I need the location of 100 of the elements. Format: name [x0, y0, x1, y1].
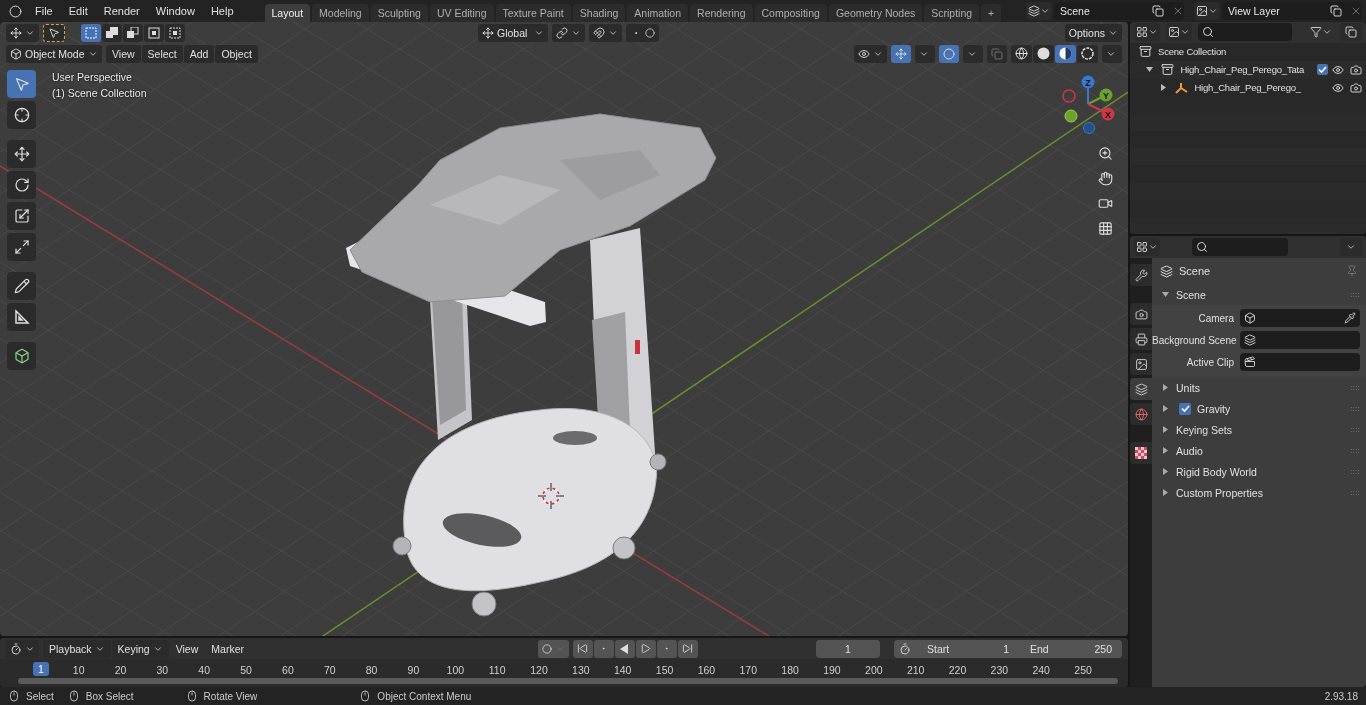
- menu-button[interactable]: View: [106, 44, 141, 63]
- properties-tab[interactable]: [1130, 353, 1152, 375]
- menu-item[interactable]: Window: [148, 5, 202, 17]
- panel-title[interactable]: Units: [1176, 381, 1346, 394]
- workspace-tab[interactable]: Geometry Nodes: [828, 4, 923, 22]
- menu-item[interactable]: Render: [96, 5, 147, 17]
- tool-button[interactable]: [7, 303, 36, 331]
- workspace-tab[interactable]: Scripting: [924, 4, 980, 22]
- overlay-toggle[interactable]: [939, 44, 959, 63]
- shading-mode-button[interactable]: [1055, 44, 1076, 63]
- tool-button[interactable]: [7, 272, 36, 300]
- visibility-button[interactable]: [854, 44, 887, 63]
- menu-item[interactable]: Help: [203, 5, 241, 17]
- menu-item[interactable]: Edit: [61, 5, 95, 17]
- play-reverse-button[interactable]: [614, 639, 635, 658]
- select-mode-button[interactable]: [165, 23, 185, 42]
- play-icon: [639, 643, 651, 654]
- panel-title[interactable]: Custom Properties: [1176, 486, 1346, 499]
- properties-tab[interactable]: [1130, 378, 1152, 400]
- select-mode-button[interactable]: [123, 23, 143, 42]
- panel-title[interactable]: Keying Sets: [1176, 423, 1346, 436]
- current-frame-field[interactable]: 1: [816, 639, 880, 658]
- tool-button[interactable]: [7, 342, 36, 370]
- panel-title[interactable]: Scene: [1176, 288, 1346, 301]
- view-layer-field[interactable]: View Layer: [1222, 2, 1362, 20]
- workspace-tab[interactable]: Animation: [627, 4, 689, 22]
- playhead[interactable]: 1: [33, 662, 49, 676]
- dropdown-menu[interactable]: Playback: [43, 639, 111, 658]
- negative-axis-handle[interactable]: [1083, 122, 1095, 134]
- tool-button[interactable]: [43, 23, 65, 42]
- select-mode-button[interactable]: [81, 23, 101, 42]
- panel-title[interactable]: Gravity: [1197, 402, 1346, 415]
- object-field[interactable]: [1240, 353, 1360, 371]
- timeline-scrollbar[interactable]: [18, 678, 1118, 684]
- proportional-button[interactable]: [626, 23, 659, 42]
- menu-button[interactable]: View: [169, 639, 205, 658]
- menu-button[interactable]: Marker: [205, 639, 250, 658]
- shading-mode-button[interactable]: [1011, 44, 1032, 63]
- printer-icon: [1134, 332, 1148, 346]
- properties-tab[interactable]: [1130, 303, 1152, 325]
- panel-title[interactable]: Rigid Body World: [1176, 465, 1346, 478]
- gizmo-toggle[interactable]: [891, 44, 911, 63]
- shading-mode-button[interactable]: [1077, 44, 1098, 63]
- negative-axis-handle[interactable]: [1062, 89, 1076, 103]
- negative-axis-handle[interactable]: [1064, 109, 1078, 123]
- workspace-tab[interactable]: Compositing: [754, 4, 827, 22]
- menu-button[interactable]: Object: [215, 44, 258, 63]
- panel-title[interactable]: Audio: [1176, 444, 1346, 457]
- editor-type-button[interactable]: [6, 639, 39, 658]
- properties-tab[interactable]: [1130, 264, 1152, 286]
- menu-item[interactable]: File: [28, 5, 60, 17]
- wireframe-sphere-icon: [1015, 47, 1028, 60]
- properties-tab[interactable]: [1130, 442, 1152, 464]
- exclude-checkbox[interactable]: [1317, 64, 1328, 76]
- add-workspace-button[interactable]: +: [981, 4, 1002, 22]
- menu-button[interactable]: Add: [183, 44, 215, 63]
- editor-type-button[interactable]: [6, 23, 39, 42]
- orientation-dropdown[interactable]: Global: [478, 23, 548, 42]
- tool-button[interactable]: [7, 140, 36, 168]
- workspace-tab[interactable]: Shading: [572, 4, 626, 22]
- pivot-button[interactable]: [552, 23, 585, 42]
- axis-handle[interactable]: [1081, 75, 1095, 105]
- snap-button[interactable]: [589, 23, 622, 42]
- play-button[interactable]: [635, 639, 656, 658]
- eye-icon: [858, 47, 870, 60]
- frame-number: 230: [990, 664, 1009, 676]
- workspace-tab[interactable]: Layout: [264, 4, 311, 22]
- tool-button[interactable]: [7, 171, 36, 199]
- panel-checkbox[interactable]: [1179, 402, 1191, 415]
- workspace-tab[interactable]: Modeling: [312, 4, 369, 22]
- workspace-tab[interactable]: UV Editing: [429, 4, 494, 22]
- scene-field[interactable]: Scene: [1054, 2, 1184, 20]
- menu-button[interactable]: Select: [141, 44, 183, 63]
- select-mode-button[interactable]: [144, 23, 164, 42]
- outliner-item[interactable]: High_Chair_Peg_Perego_: [1194, 82, 1332, 94]
- search-field[interactable]: [1198, 23, 1292, 42]
- options-button[interactable]: Options: [1064, 23, 1122, 42]
- tool-button[interactable]: [7, 233, 36, 261]
- object-field[interactable]: [1240, 331, 1360, 349]
- workspace-tab[interactable]: Texture Paint: [495, 4, 571, 22]
- object-field[interactable]: [1240, 309, 1360, 327]
- properties-tab[interactable]: [1130, 328, 1152, 350]
- jump-start-button[interactable]: [572, 639, 593, 658]
- tool-button[interactable]: [7, 101, 36, 129]
- outliner-item[interactable]: Scene Collection: [1158, 46, 1362, 58]
- search-field[interactable]: [1192, 238, 1288, 256]
- tool-button[interactable]: [7, 202, 36, 230]
- jump-end-button[interactable]: [677, 639, 698, 658]
- properties-tab[interactable]: [1130, 403, 1152, 425]
- mode-dropdown[interactable]: Object Mode: [6, 44, 102, 63]
- workspace-tab[interactable]: Rendering: [690, 4, 753, 22]
- select-mode-button[interactable]: [102, 23, 122, 42]
- workspace-tab[interactable]: Sculpting: [370, 4, 428, 22]
- axis-handle[interactable]: [1087, 103, 1115, 121]
- axis-handle[interactable]: [1087, 88, 1113, 105]
- record-button[interactable]: [537, 639, 569, 658]
- squares-icon: [127, 26, 139, 39]
- outliner-item[interactable]: High_Chair_Peg_Perego_Tata: [1180, 64, 1314, 76]
- dropdown-menu[interactable]: Keying: [111, 639, 169, 658]
- shading-mode-button[interactable]: [1033, 44, 1054, 63]
